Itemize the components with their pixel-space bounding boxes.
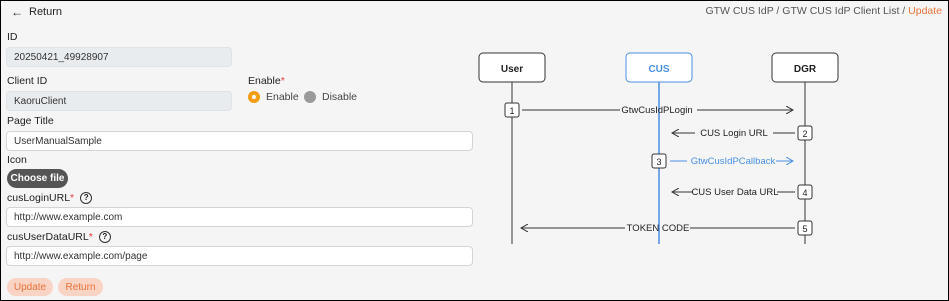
cus-user-data-url-input[interactable]: http://www.example.com/page [6, 246, 473, 266]
enable-radio-disable-label: Disable [322, 91, 358, 103]
cus-login-url-label-text: cusLoginURL [7, 192, 71, 204]
breadcrumb-idp[interactable]: GTW CUS IdP [705, 5, 773, 17]
actor-dgr: DGR [794, 64, 817, 75]
step-3-label: GtwCusIdPCallback [691, 156, 776, 167]
return-link[interactable]: ← Return [11, 5, 62, 19]
breadcrumb: GTW CUS IdP / GTW CUS IdP Client List / … [705, 5, 942, 17]
step-4-number: 4 [802, 188, 807, 198]
step-2-label: CUS Login URL [700, 128, 768, 139]
cus-login-url-input[interactable]: http://www.example.com [6, 207, 473, 227]
actor-user: User [501, 64, 523, 75]
required-mark: * [280, 75, 285, 87]
arrow-left-icon: ← [11, 5, 23, 19]
id-value: 20250421_49928907 [14, 51, 109, 63]
client-id-field: KaoruClient [6, 91, 232, 111]
required-mark: * [88, 231, 93, 243]
enable-radio-disable[interactable]: Disable [304, 91, 357, 103]
help-circle-icon[interactable]: ? [98, 231, 111, 243]
enable-radio-enable-label: Enable [266, 91, 299, 103]
breadcrumb-sep: / [899, 5, 909, 17]
cus-user-data-url-label-text: cusUserDataURL [7, 231, 89, 243]
cus-user-data-url-value: http://www.example.com/page [14, 250, 148, 262]
client-id-value: KaoruClient [14, 95, 67, 107]
choose-file-button[interactable]: Choose file [7, 169, 68, 188]
return-button[interactable]: Return [58, 278, 103, 296]
step-5-label: TOKEN CODE [627, 223, 690, 234]
update-button[interactable]: Update [7, 278, 53, 296]
page-title-label: Page Title [7, 115, 54, 127]
cus-user-data-url-label: cusUserDataURL* ? [7, 231, 111, 243]
enable-radio-enable[interactable]: Enable [248, 91, 299, 103]
page-title-input[interactable]: UserManualSample [6, 131, 473, 151]
actor-cus: CUS [648, 64, 669, 75]
step-3-number: 3 [656, 157, 661, 167]
required-mark: * [70, 192, 75, 204]
cus-login-url-value: http://www.example.com [14, 211, 123, 223]
step-2-number: 2 [802, 129, 807, 139]
enable-label: Enable* [248, 75, 285, 87]
id-field: 20250421_49928907 [6, 47, 232, 67]
return-link-label: Return [29, 6, 63, 18]
breadcrumb-sep: / [773, 5, 783, 17]
step-1-label: GtwCusIdPLogin [621, 105, 692, 116]
id-label: ID [7, 31, 18, 43]
breadcrumb-current: Update [908, 5, 942, 17]
page-title-value: UserManualSample [14, 135, 102, 147]
enable-label-text: Enable [248, 75, 281, 87]
step-1-number: 1 [509, 106, 514, 116]
breadcrumb-client-list[interactable]: GTW CUS IdP Client List [782, 5, 899, 17]
page-frame: ← Return GTW CUS IdP / GTW CUS IdP Clien… [0, 0, 949, 301]
step-5-number: 5 [802, 224, 807, 234]
step-4-label: CUS User Data URL [691, 187, 778, 198]
radio-selected-icon [248, 91, 260, 103]
help-circle-icon[interactable]: ? [80, 192, 93, 204]
radio-unselected-icon [304, 91, 316, 103]
sequence-diagram: User CUS DGR 1 GtwCusIdPLogin 2 CUS Logi… [478, 52, 839, 244]
client-id-label: Client ID [7, 75, 48, 87]
cus-login-url-label: cusLoginURL* ? [7, 192, 93, 204]
icon-label: Icon [7, 154, 27, 166]
